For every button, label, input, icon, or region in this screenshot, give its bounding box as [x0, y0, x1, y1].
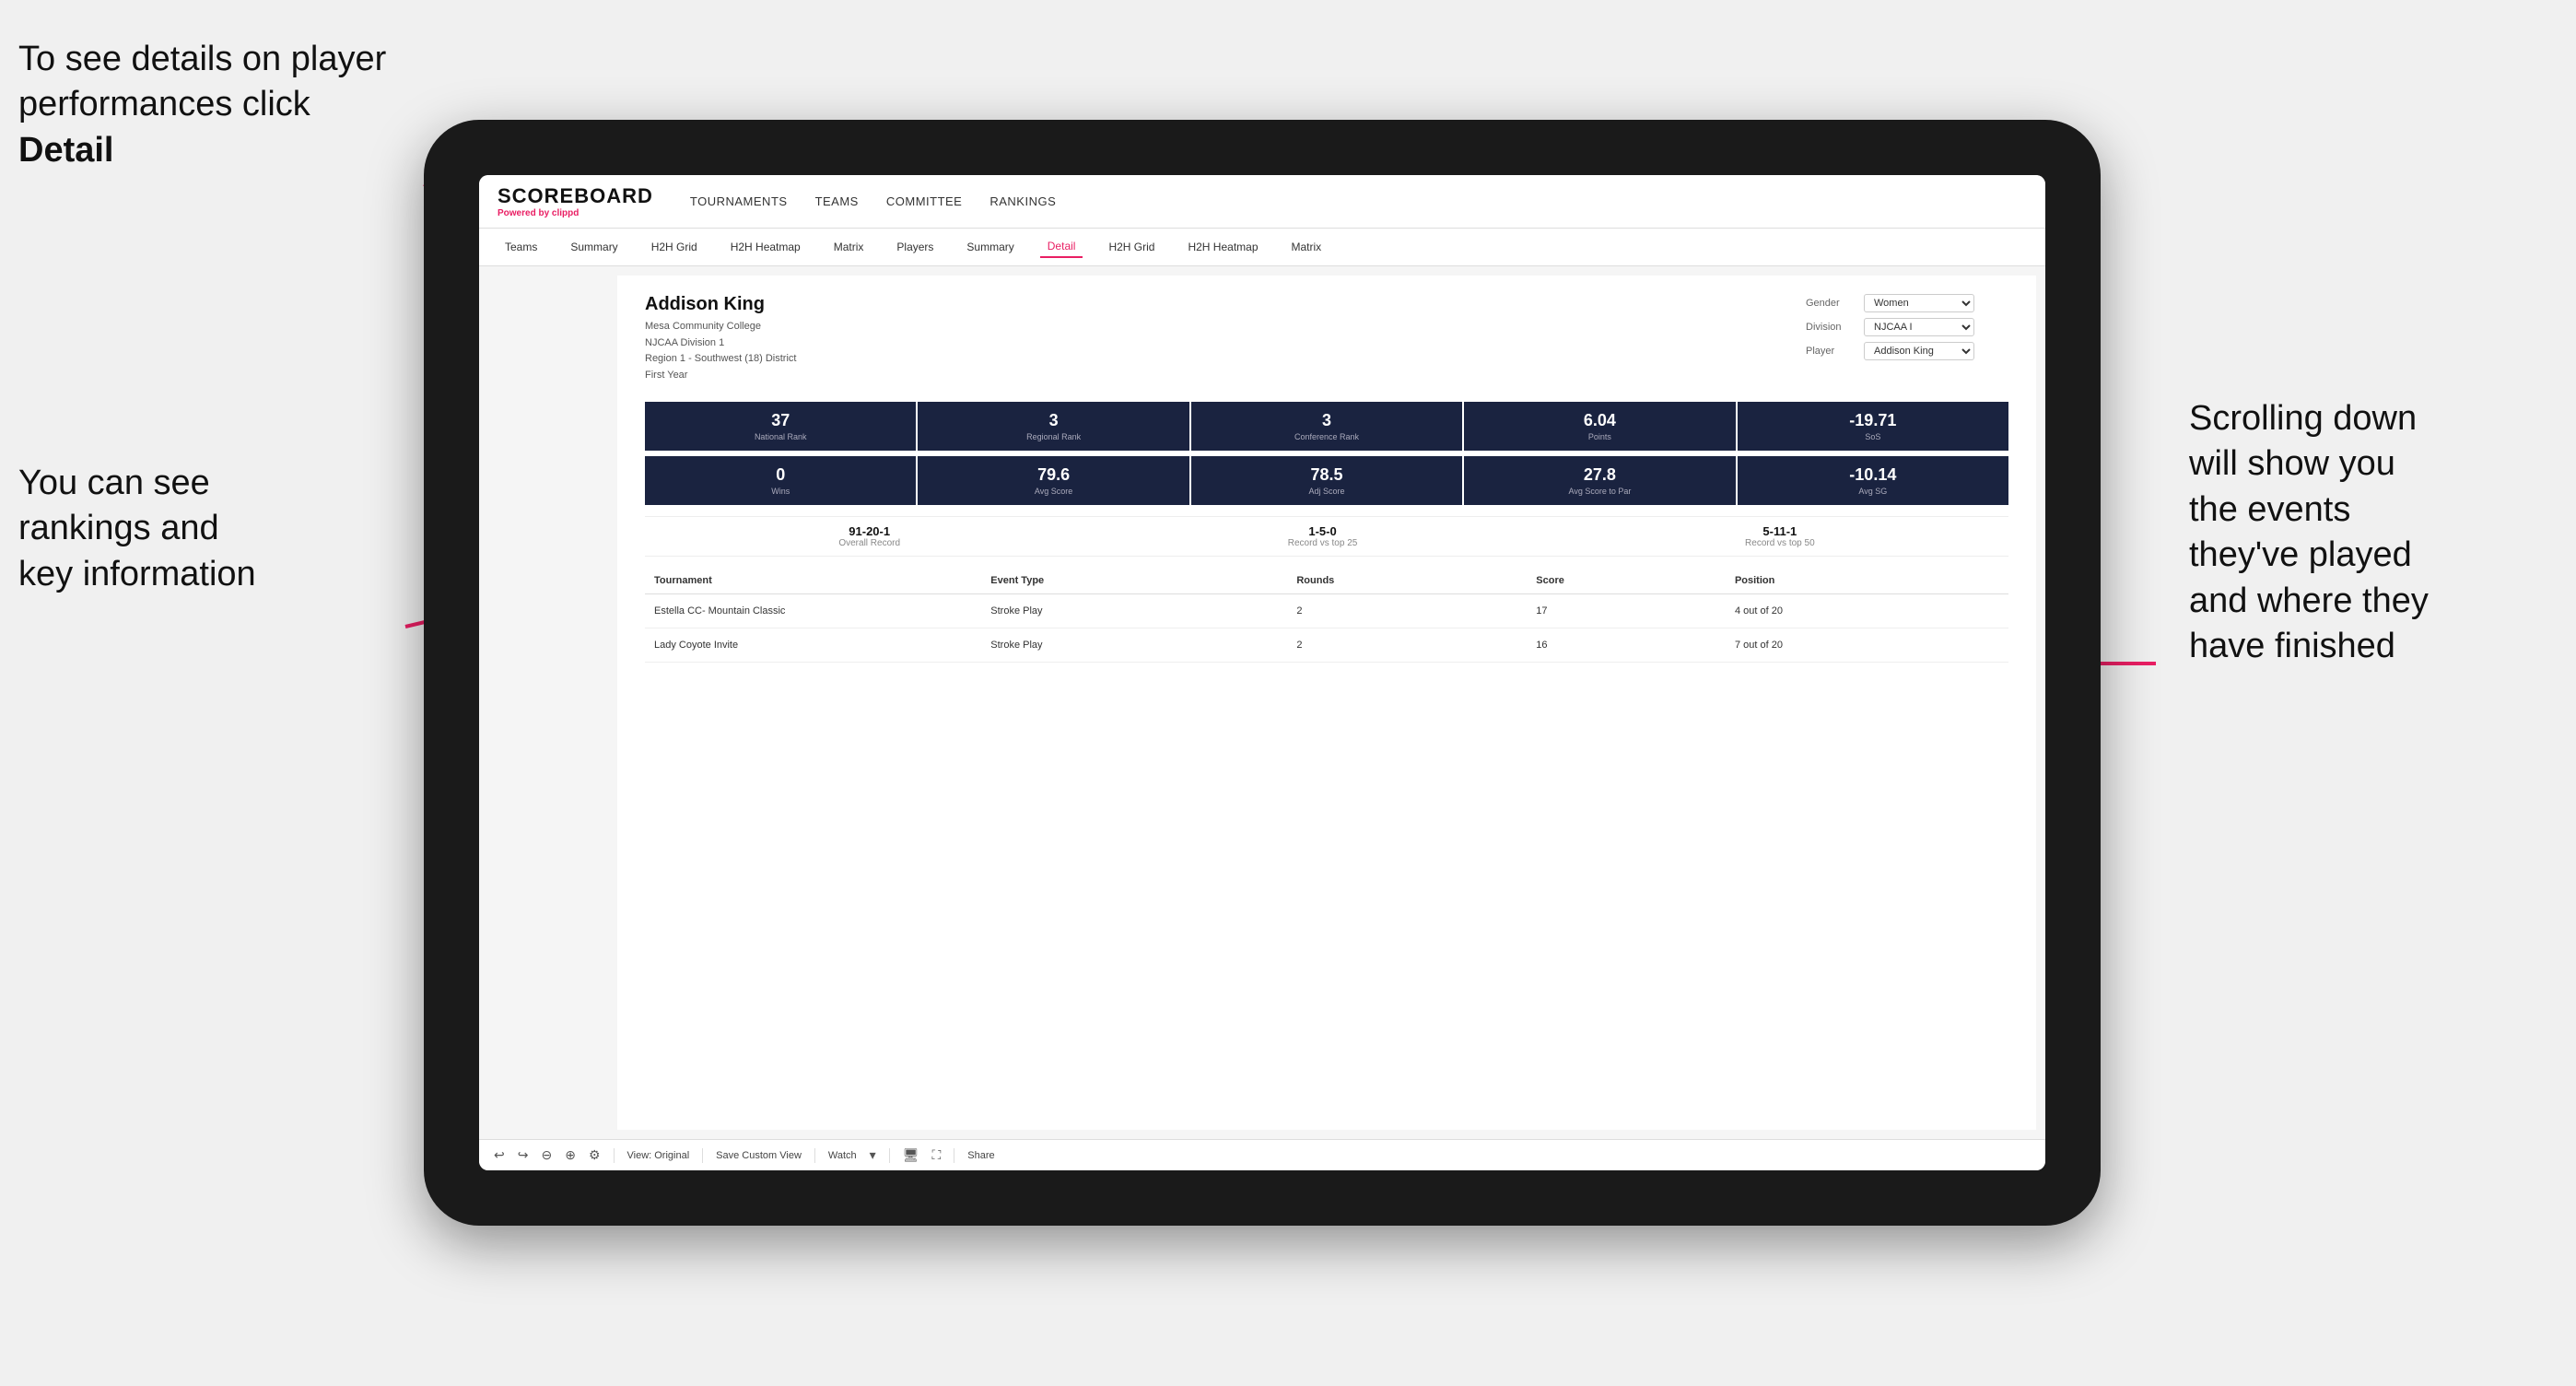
stat-points: 6.04 Points — [1464, 402, 1735, 451]
logo-powered: Powered by clippd — [498, 208, 653, 218]
player-select[interactable]: Addison King — [1864, 342, 1974, 360]
annotation-top-left: To see details on player performances cl… — [18, 37, 405, 173]
records-row: 91-20-1 Overall Record 1-5-0 Record vs t… — [645, 516, 2008, 557]
subnav-players[interactable]: Players — [889, 237, 941, 257]
zoom-out-btn[interactable]: ⊖ — [541, 1147, 552, 1163]
division-filter-row: Division NJCAA I — [1806, 318, 2008, 336]
nav-items: TOURNAMENTS TEAMS COMMITTEE RANKINGS — [690, 194, 1056, 208]
stats-row-2: 0 Wins 79.6 Avg Score 78.5 Adj Score 27.… — [645, 456, 2008, 505]
nav-committee[interactable]: COMMITTEE — [886, 194, 963, 208]
division-select[interactable]: NJCAA I — [1864, 318, 1974, 336]
player-region: Region 1 - Southwest (18) District — [645, 351, 796, 368]
division-label: Division — [1806, 322, 1856, 333]
nav-rankings[interactable]: RANKINGS — [989, 194, 1056, 208]
gender-select[interactable]: Women — [1864, 294, 1974, 312]
col-score: Score — [1527, 568, 1726, 594]
nav-tournaments[interactable]: TOURNAMENTS — [690, 194, 788, 208]
player-name: Addison King — [645, 294, 796, 315]
event-type-1: Stroke Play — [981, 594, 1287, 628]
player-filter-row: Player Addison King — [1806, 342, 2008, 360]
subnav-teams[interactable]: Teams — [498, 237, 544, 257]
rounds-1: 2 — [1287, 594, 1527, 628]
bottom-toolbar: ↩ ↪ ⊖ ⊕ ⚙ View: Original Save Custom Vie… — [479, 1139, 2045, 1170]
player-division: NJCAA Division 1 — [645, 335, 796, 352]
subnav-summary2[interactable]: Summary — [959, 237, 1021, 257]
zoom-in-btn[interactable]: ⊕ — [565, 1147, 576, 1163]
position-1: 4 out of 20 — [1726, 594, 2008, 628]
content-area: Addison King Mesa Community College NJCA… — [479, 266, 2045, 1139]
subnav-h2h-heatmap[interactable]: H2H Heatmap — [723, 237, 808, 257]
gender-label: Gender — [1806, 298, 1856, 309]
subnav-detail[interactable]: Detail — [1040, 236, 1083, 258]
view-original-btn[interactable]: View: Original — [627, 1150, 690, 1161]
position-2: 7 out of 20 — [1726, 628, 2008, 663]
stat-avg-score-to-par: 27.8 Avg Score to Par — [1464, 456, 1735, 505]
toolbar-sep-3 — [814, 1148, 815, 1163]
stat-adj-score: 78.5 Adj Score — [1191, 456, 1462, 505]
subnav-h2h-heatmap2[interactable]: H2H Heatmap — [1180, 237, 1265, 257]
watch-btn[interactable]: Watch — [828, 1150, 857, 1161]
tournament-table: Tournament Event Type Rounds Score Posit… — [645, 568, 2008, 663]
player-label: Player — [1806, 346, 1856, 357]
settings-btn[interactable]: ⚙ — [589, 1147, 601, 1163]
col-empty — [903, 568, 981, 594]
table-row: Lady Coyote Invite Stroke Play 2 16 7 ou… — [645, 628, 2008, 663]
subnav-matrix2[interactable]: Matrix — [1284, 237, 1329, 257]
tournament-name-2: Lady Coyote Invite — [645, 628, 903, 663]
record-top25: 1-5-0 Record vs top 25 — [1288, 524, 1358, 548]
event-type-2: Stroke Play — [981, 628, 1287, 663]
stat-regional-rank: 3 Regional Rank — [918, 402, 1188, 451]
record-top50: 5-11-1 Record vs top 50 — [1745, 524, 1815, 548]
save-custom-btn[interactable]: Save Custom View — [716, 1150, 802, 1161]
stat-conference-rank: 3 Conference Rank — [1191, 402, 1462, 451]
tablet-frame: SCOREBOARD Powered by clippd TOURNAMENTS… — [424, 120, 2101, 1226]
toolbar-sep-2 — [702, 1148, 703, 1163]
player-info-row: Addison King Mesa Community College NJCA… — [645, 294, 2008, 383]
gender-filter-row: Gender Women — [1806, 294, 2008, 312]
nav-teams[interactable]: TEAMS — [815, 194, 859, 208]
white-panel: Addison King Mesa Community College NJCA… — [617, 276, 2036, 1130]
tablet-screen: SCOREBOARD Powered by clippd TOURNAMENTS… — [479, 175, 2045, 1170]
rounds-2: 2 — [1287, 628, 1527, 663]
score-1: 17 — [1527, 594, 1726, 628]
toolbar-sep-1 — [614, 1148, 615, 1163]
watch-dropdown[interactable]: ▾ — [870, 1147, 876, 1163]
top-nav: SCOREBOARD Powered by clippd TOURNAMENTS… — [479, 175, 2045, 229]
stats-row-1: 37 National Rank 3 Regional Rank 3 Confe… — [645, 402, 2008, 451]
logo-scoreboard: SCOREBOARD — [498, 184, 653, 208]
player-year: First Year — [645, 368, 796, 384]
col-rounds: Rounds — [1287, 568, 1527, 594]
expand-btn[interactable]: ⛶ — [931, 1147, 941, 1163]
subnav-h2h-grid2[interactable]: H2H Grid — [1101, 237, 1162, 257]
subnav-h2h-grid[interactable]: H2H Grid — [644, 237, 705, 257]
player-filters: Gender Women Division NJCAA I — [1806, 294, 2008, 383]
subnav-summary[interactable]: Summary — [563, 237, 625, 257]
stat-avg-score: 79.6 Avg Score — [918, 456, 1188, 505]
stat-avg-sg: -10.14 Avg SG — [1738, 456, 2008, 505]
subnav-matrix[interactable]: Matrix — [826, 237, 872, 257]
annotation-right: Scrolling down will show you the events … — [2189, 396, 2558, 669]
logo-area: SCOREBOARD Powered by clippd — [498, 184, 653, 218]
sub-nav: Teams Summary H2H Grid H2H Heatmap Matri… — [479, 229, 2045, 266]
col-position: Position — [1726, 568, 2008, 594]
toolbar-sep-4 — [889, 1148, 890, 1163]
score-2: 16 — [1527, 628, 1726, 663]
stat-wins: 0 Wins — [645, 456, 916, 505]
tournament-name-1: Estella CC- Mountain Classic — [645, 594, 903, 628]
undo-btn[interactable]: ↩ — [494, 1147, 505, 1163]
player-details: Addison King Mesa Community College NJCA… — [645, 294, 796, 383]
annotation-bottom-left: You can see rankings and key information — [18, 461, 350, 597]
col-event-type: Event Type — [981, 568, 1287, 594]
monitor-btn[interactable]: 🖥 — [903, 1147, 919, 1163]
player-school: Mesa Community College — [645, 319, 796, 335]
stat-sos: -19.71 SoS — [1738, 402, 2008, 451]
table-row: Estella CC- Mountain Classic Stroke Play… — [645, 594, 2008, 628]
redo-btn[interactable]: ↪ — [518, 1147, 529, 1163]
share-btn[interactable]: Share — [967, 1150, 994, 1161]
stat-national-rank: 37 National Rank — [645, 402, 916, 451]
record-overall: 91-20-1 Overall Record — [838, 524, 900, 548]
col-tournament: Tournament — [645, 568, 903, 594]
